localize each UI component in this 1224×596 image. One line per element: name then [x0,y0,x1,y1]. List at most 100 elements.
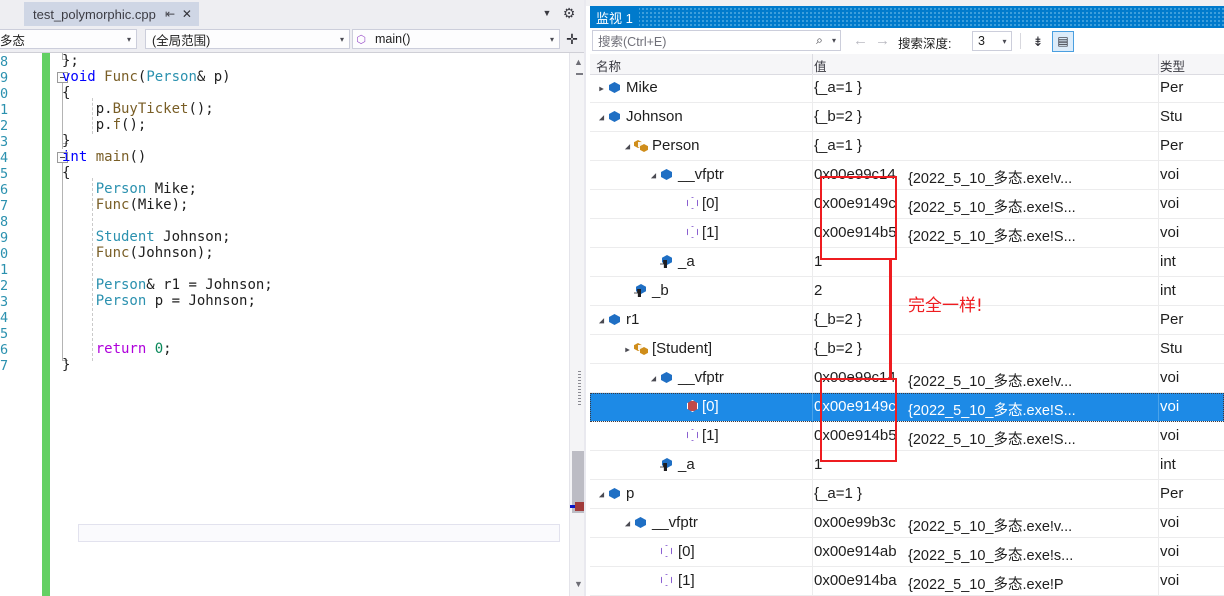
watch-row[interactable]: ◢ Person {_a=1 } Per [590,132,1224,161]
collapse-icon[interactable]: ◢ [597,490,606,499]
watch-variable-tree[interactable]: ▶ Mike {_a=1 } Per ◢ Johnson {_b=2 } Stu ◢ Person… [590,74,1224,596]
watch-row[interactable]: [0] 0x00e914ab {2022_5_10_多态.exe!s... voi [590,538,1224,567]
column-header-type[interactable]: 类型 [1160,56,1185,75]
watch-row-value[interactable]: 0x00e99b3c [814,514,896,531]
watch-row[interactable]: ▶ Mike {_a=1 } Per [590,74,1224,103]
search-previous-icon[interactable]: ← [852,32,869,49]
cell-divider [812,306,813,335]
watch-row[interactable]: _a 1 int [590,451,1224,480]
watch-row[interactable]: ◢ Johnson {_b=2 } Stu [590,103,1224,132]
editor-navigation-bar: 10_多态 ▾ (全局范围) ▾ ⬡ main() ▾ ✛ [0,26,586,53]
chevron-down-icon[interactable]: ▾ [828,36,840,45]
titlebar-drag-handle[interactable] [638,6,1224,28]
code-line[interactable]: Student Johnson; [62,229,231,245]
watch-row[interactable]: [1] 0x00e914ba {2022_5_10_多态.exe!P voi [590,567,1224,596]
line-number: 6 [0,342,9,358]
array-element-icon [686,429,700,443]
watch-row-value[interactable]: {_a=1 } [814,79,862,96]
code-line[interactable]: Person& r1 = Johnson; [62,277,273,293]
collapse-icon[interactable]: ◢ [649,171,658,180]
code-line[interactable]: } [62,357,70,373]
member-dropdown[interactable]: ⬡ main() ▾ [352,29,560,49]
gear-icon[interactable]: ⚙ [560,4,578,22]
scroll-up-icon[interactable]: ▲ [573,57,584,68]
cell-divider [812,364,813,393]
code-line[interactable]: int main() [62,149,146,165]
search-depth-dropdown[interactable]: 3 ▾ [972,31,1012,51]
column-header-name[interactable]: 名称 [596,56,621,75]
code-line[interactable]: p.f(); [62,117,147,133]
code-line[interactable]: { [62,165,70,181]
watch-row-value[interactable]: 0x00e914ab [814,543,897,560]
code-line[interactable]: return 0; [62,341,172,357]
code-line[interactable]: Person Mike; [62,181,197,197]
split-view-icon[interactable]: ✛ [563,31,581,48]
code-text-area[interactable]: 89012345678901234567 }; void Func(Person&… [0,53,586,596]
code-line[interactable]: } [62,133,70,149]
expand-icon[interactable]: ▶ [597,84,605,92]
watch-row[interactable]: ◢ p {_a=1 } Per [590,480,1224,509]
watch-row[interactable]: [1] 0x00e914b5 {2022_5_10_多态.exe!S... voi [590,422,1224,451]
watch-row-name: __vfptr [652,514,698,531]
watch-row-type: int [1160,456,1176,473]
watch-row-value[interactable]: 0x00e914ba [814,572,897,589]
code-line[interactable]: Person p = Johnson; [62,293,256,309]
watch-row[interactable]: _a 1 int [590,248,1224,277]
column-header-value[interactable]: 值 [814,56,827,75]
watch-row[interactable]: ▶ [Student] {_b=2 } Stu [590,335,1224,364]
hexadecimal-display-button[interactable]: ▤ [1052,31,1074,52]
collapse-icon[interactable]: ◢ [597,113,606,122]
watch-row-value[interactable]: {_b=2 } [814,340,862,357]
watch-row-value[interactable]: {_a=1 } [814,137,862,154]
collapse-icon[interactable]: ◢ [597,316,606,325]
code-line[interactable]: void Func(Person& p) [62,69,231,85]
watch-row-value[interactable]: {_a=1 } [814,485,862,502]
chevron-down-icon: ▾ [126,34,131,44]
watch-row[interactable]: [0] 0x00e9149c {2022_5_10_多态.exe!S... voi [590,393,1224,422]
collapse-icon[interactable]: ◢ [623,142,632,151]
scrollbar-marker [576,73,583,75]
watch-row[interactable]: [0] 0x00e9149c {2022_5_10_多态.exe!S... voi [590,190,1224,219]
pin-icon[interactable]: ⇥ [165,7,175,21]
scope-dropdown[interactable]: (全局范围) ▾ [145,29,350,49]
pin-to-source-button[interactable]: ⇟ [1028,32,1048,51]
cell-divider [1158,277,1159,306]
column-divider[interactable] [1158,54,1159,74]
collapse-icon[interactable]: ◢ [623,519,632,528]
watch-column-headers: 名称 值 类型 [590,54,1224,75]
watch-row-value[interactable]: {_b=2 } [814,311,862,328]
watch-row[interactable]: ◢ __vfptr 0x00e99b3c {2022_5_10_多态.exe!v...… [590,509,1224,538]
project-dropdown-value: 10_多态 [0,33,25,48]
code-line[interactable]: { [62,85,70,101]
collapse-icon[interactable]: ◢ [649,374,658,383]
project-dropdown[interactable]: 10_多态 ▾ [0,29,137,49]
watch-window-titlebar[interactable]: 监视 1 [590,6,1224,28]
code-line[interactable]: Func(Mike); [62,197,189,213]
close-icon[interactable]: ✕ [182,8,192,20]
document-tab-test-polymorphic[interactable]: test_polymorphic.cpp ⇥ ✕ [24,2,199,26]
watch-row-value[interactable]: 2 [814,282,822,299]
code-lines[interactable]: }; void Func(Person& p){ p.BuyTicket(); p… [62,53,586,596]
watch-row[interactable]: ◢ r1 {_b=2 } Per [590,306,1224,335]
search-icon[interactable]: ⌕ [811,33,828,48]
scroll-down-icon[interactable]: ▼ [573,579,584,590]
field-icon [634,516,648,530]
watch-row[interactable]: [1] 0x00e914b5 {2022_5_10_多态.exe!S... voi [590,219,1224,248]
expand-icon[interactable]: ▶ [623,345,631,353]
watch-row[interactable]: _b 2 int [590,277,1224,306]
chevron-down-icon[interactable]: ▼ [540,7,554,19]
watch-row-name: r1 [626,311,640,328]
line-number: 2 [0,278,9,294]
code-line[interactable]: Func(Johnson); [62,245,214,261]
code-line[interactable]: }; [62,53,79,69]
cell-divider [812,335,813,364]
watch-row[interactable]: ◢ __vfptr 0x00e99c14 {2022_5_10_多态.exe!v...… [590,161,1224,190]
watch-row-value[interactable]: {_b=2 } [814,108,862,125]
watch-row[interactable]: ◢ __vfptr 0x00e99c14 {2022_5_10_多态.exe!v...… [590,364,1224,393]
search-input[interactable]: 搜索(Ctrl+E) ⌕ ▾ [592,30,841,51]
base-class-icon [634,342,648,356]
code-line[interactable]: p.BuyTicket(); [62,101,214,117]
watch-row-name: Mike [626,79,658,96]
column-divider[interactable] [812,54,813,74]
search-next-icon[interactable]: → [874,32,891,49]
